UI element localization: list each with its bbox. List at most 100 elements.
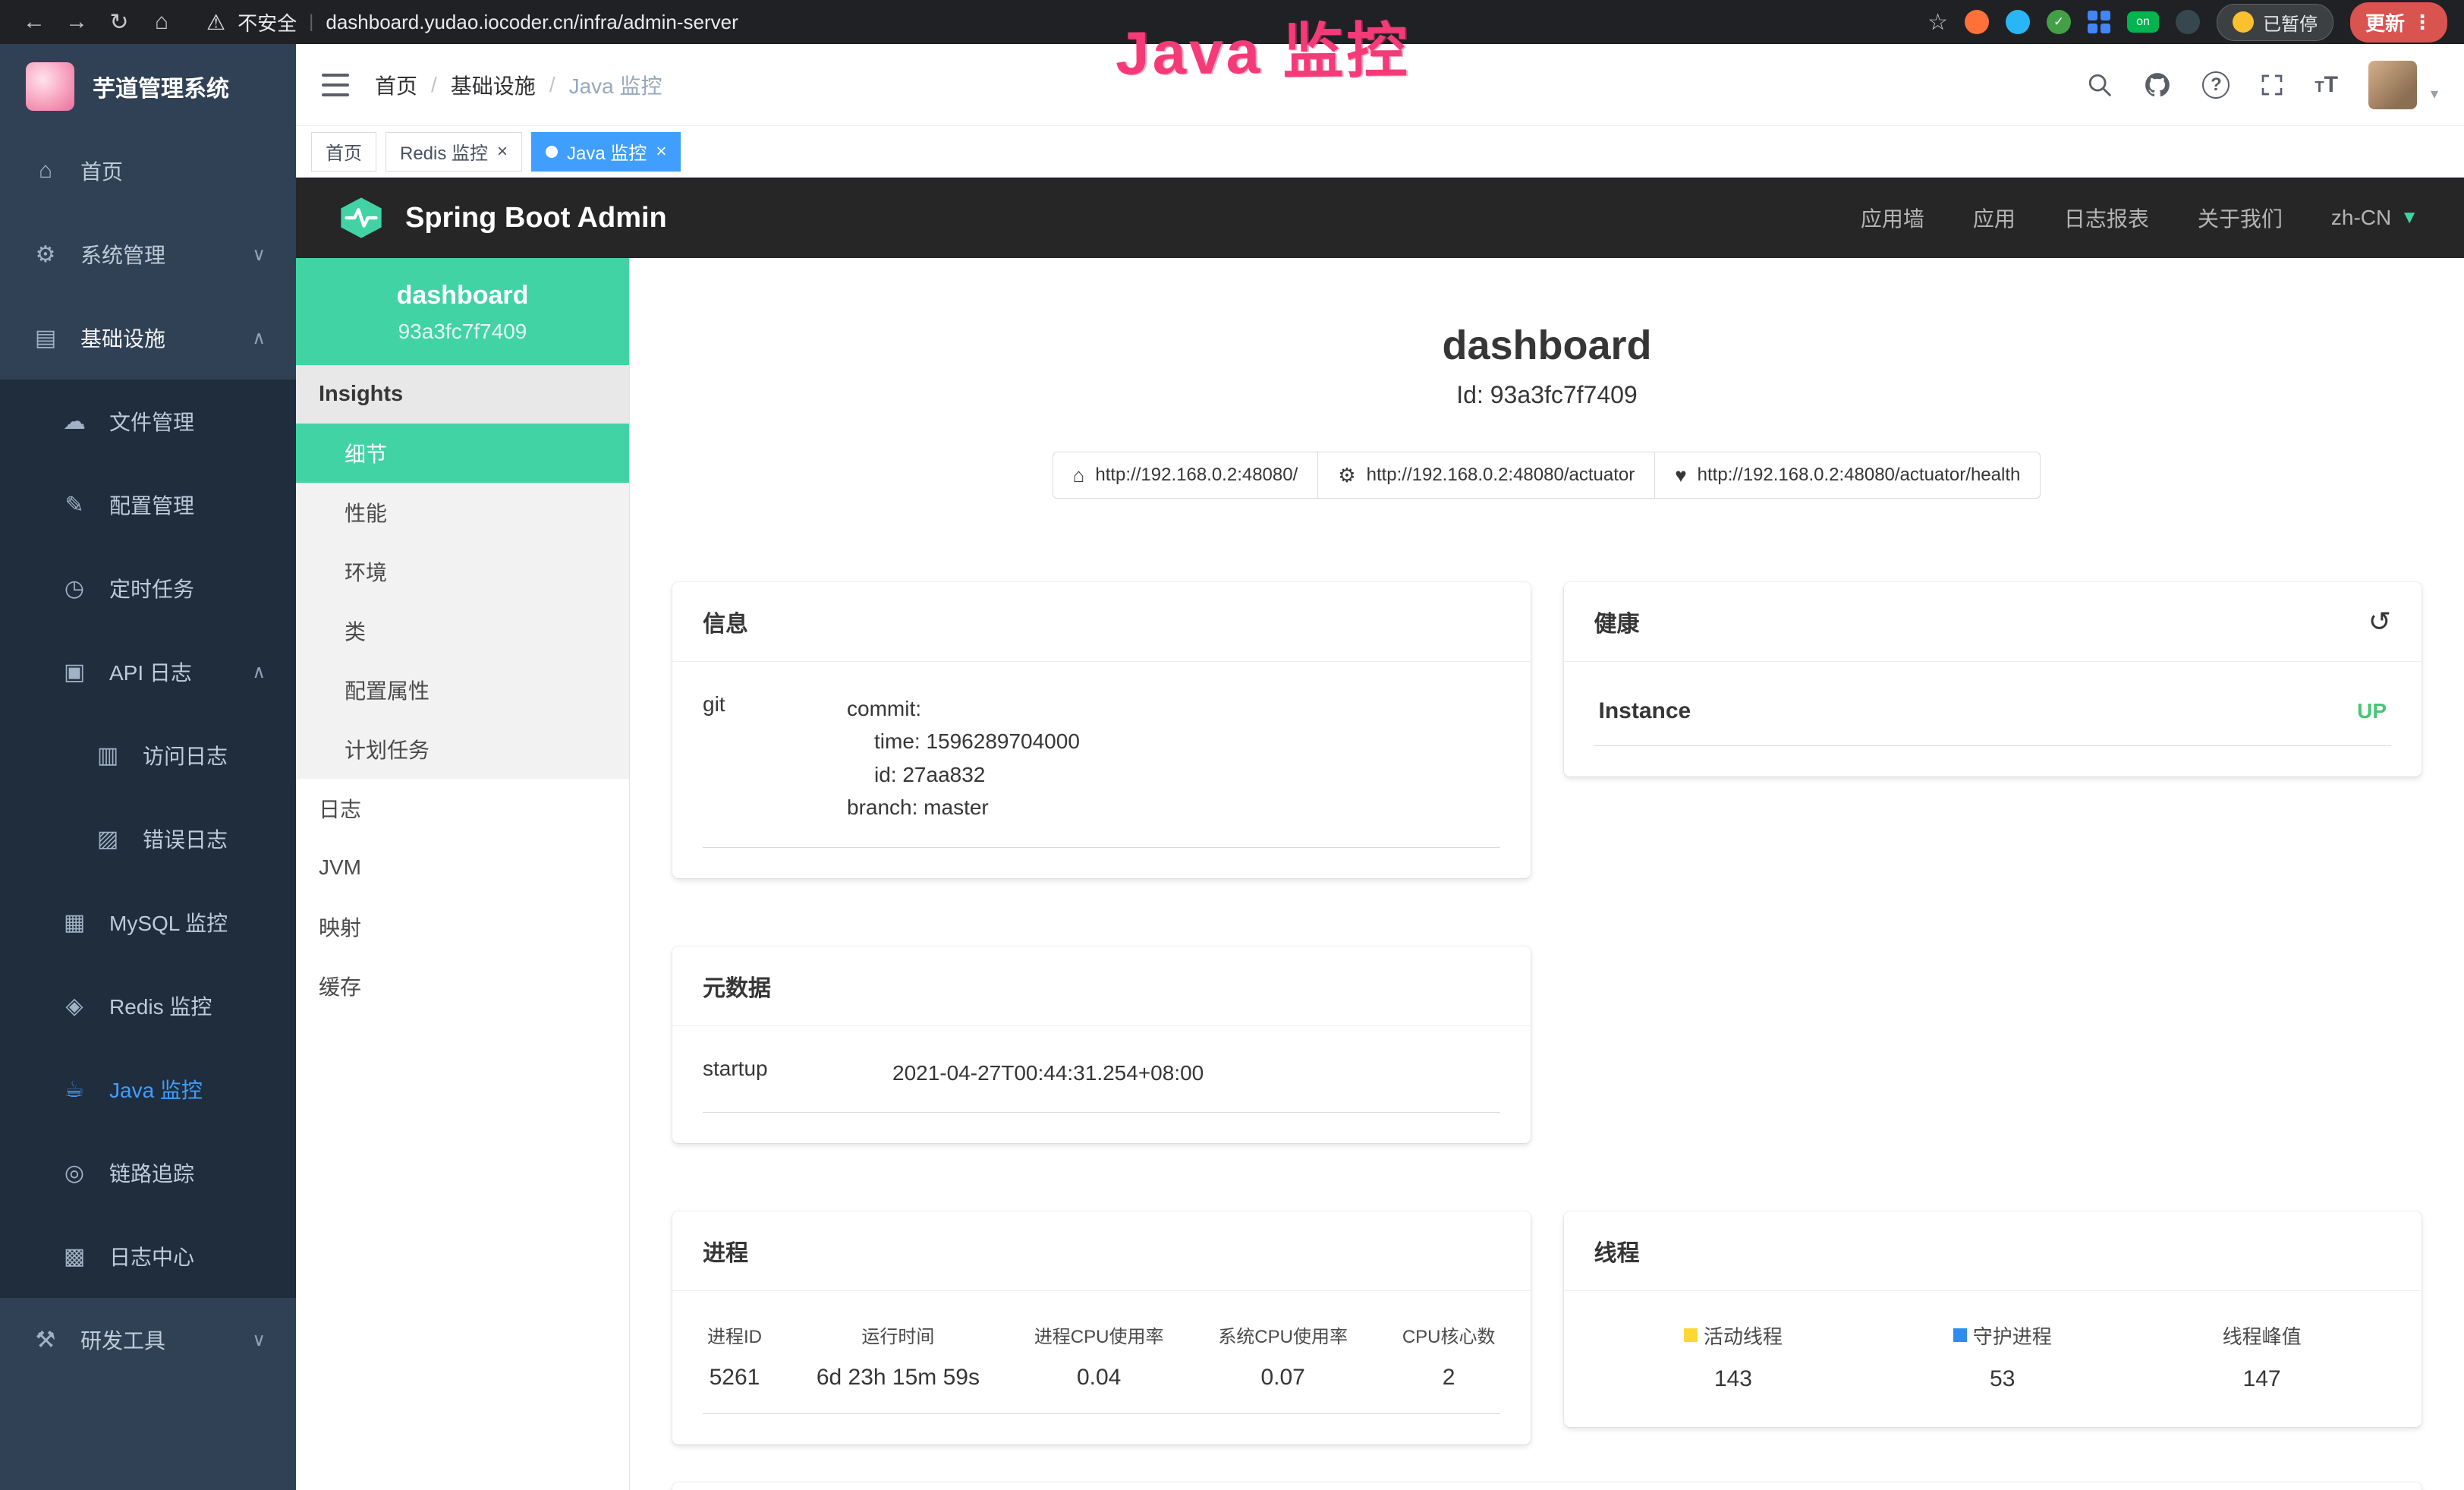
health-card: 健康 ↺ Instance UP (1564, 582, 2422, 777)
git-row: git commit: time: 1596289704000 id: 27aa… (703, 692, 1500, 848)
sba-item-caches[interactable]: 缓存 (296, 956, 629, 1016)
tab-home[interactable]: 首页 (311, 132, 376, 172)
home-icon[interactable]: ⌂ (144, 5, 179, 39)
search-icon[interactable] (2087, 72, 2113, 98)
sidebar-item-trace[interactable]: ◎ 链路追踪 (0, 1131, 296, 1214)
threads-card-title: 线程 (1564, 1211, 2422, 1291)
page-title: dashboard (672, 322, 2422, 369)
breadcrumb-infra[interactable]: 基础设施 (451, 70, 536, 100)
history-icon[interactable]: ↺ (2368, 606, 2391, 638)
sba-side-bottom: 日志 JVM 映射 缓存 (296, 779, 629, 1016)
extension-icon[interactable] (2006, 10, 2030, 34)
sidebar-item-mysql[interactable]: ▦ MySQL 监控 (0, 880, 296, 964)
process-card: 进程 进程ID5261 运行时间6d 23h 15m 59s 进程CPU使用率0… (672, 1211, 1531, 1444)
sidebar-item-error-log[interactable]: ▨ 错误日志 (0, 797, 296, 880)
extension-icon[interactable] (2088, 11, 2110, 33)
sidebar-item-api-log[interactable]: ▣ API 日志 ∧ (0, 630, 296, 713)
status-badge: UP (2357, 699, 2387, 723)
sidebar-item-devtools[interactable]: ⚒ 研发工具 ∨ (0, 1298, 296, 1381)
metadata-card: 元数据 startup 2021-04-27T00:44:31.254+08:0… (672, 947, 1531, 1143)
sidebar-item-redis[interactable]: ◈ Redis 监控 (0, 964, 296, 1047)
extension-icon[interactable]: ✓ (2047, 10, 2071, 34)
sba-sidebar: dashboard 93a3fc7f7409 Insights 细节 性能 环境… (296, 258, 630, 1490)
sidebar-item-config[interactable]: ✎ 配置管理 (0, 463, 296, 547)
chevron-up-icon: ∧ (252, 661, 266, 683)
daemon-threads-swatch (1953, 1328, 1967, 1342)
hamburger-icon[interactable] (322, 74, 349, 96)
sba-item-details[interactable]: 细节 (296, 424, 629, 483)
page-subtitle: Id: 93a3fc7f7409 (672, 381, 2422, 409)
app-header: 首页 / 基础设施 / Java 监控 ? TT ▾ (296, 44, 2464, 126)
metadata-card-title: 元数据 (672, 947, 1531, 1026)
sidebar-item-log-center[interactable]: ▩ 日志中心 (0, 1214, 296, 1298)
sba-item-jvm[interactable]: JVM (296, 838, 629, 897)
file-icon: ☁ (59, 408, 90, 435)
sidebar-item-jobs[interactable]: ◷ 定时任务 (0, 547, 296, 630)
sba-header: Spring Boot Admin 应用墙 应用 日志报表 关于我们 zh-CN… (296, 178, 2464, 258)
instance-header[interactable]: dashboard 93a3fc7f7409 (296, 258, 629, 365)
sba-item-environment[interactable]: 环境 (296, 542, 629, 601)
sba-item-classes[interactable]: 类 (296, 601, 629, 660)
sba-item-metrics[interactable]: 性能 (296, 483, 629, 542)
home-icon: ⌂ (30, 158, 61, 184)
chrome-update-button[interactable]: 更新 ⋮ (2350, 2, 2447, 43)
instance-health-row: Instance UP (1594, 692, 2392, 746)
forward-icon[interactable]: → (59, 5, 94, 39)
extension-icon[interactable] (1965, 10, 1989, 34)
sba-nav-journal[interactable]: 日志报表 (2064, 203, 2149, 233)
sba-item-configprops[interactable]: 配置属性 (296, 660, 629, 720)
instance-url-button[interactable]: ⌂ http://192.168.0.2:48080/ (1053, 452, 1319, 499)
extension-icon[interactable] (2176, 10, 2200, 34)
access-log-icon: ▥ (93, 742, 123, 769)
breadcrumb-home[interactable]: 首页 (375, 70, 417, 100)
mysql-icon: ▦ (59, 909, 90, 936)
close-icon[interactable]: × (497, 143, 508, 161)
sidebar-item-system[interactable]: ⚙ 系统管理 ∨ (0, 213, 296, 296)
active-tab-dot (546, 146, 558, 158)
threads-chart-card: 140 120 100 (672, 1482, 2422, 1490)
chevron-down-icon[interactable]: ▾ (2431, 84, 2438, 109)
wrench-icon: ⚙ (1338, 464, 1355, 487)
sidebar-item-infra[interactable]: ▤ 基础设施 ∧ (0, 296, 296, 380)
threads-chart: 140 120 100 (672, 1482, 2422, 1490)
fullscreen-icon[interactable] (2260, 73, 2284, 97)
extension-icon[interactable]: on (2127, 11, 2159, 33)
github-icon[interactable] (2143, 71, 2172, 99)
back-icon[interactable]: ← (17, 5, 52, 39)
sba-item-scheduled-tasks[interactable]: 计划任务 (296, 720, 629, 779)
security-label[interactable]: 不安全 (238, 8, 297, 36)
header-actions: ? TT ▾ (2087, 61, 2438, 109)
kebab-menu-icon: ⋮ (2412, 11, 2432, 34)
url-text[interactable]: dashboard.yudao.iocoder.cn/infra/admin-s… (326, 11, 738, 34)
locale-selector[interactable]: zh-CN ▼ (2331, 206, 2418, 230)
sidebar-item-java-monitor[interactable]: ☕ Java 监控 (0, 1047, 296, 1131)
health-url-button[interactable]: ♥ http://192.168.0.2:48080/actuator/heal… (1654, 452, 2041, 499)
sidebar-item-home[interactable]: ⌂ 首页 (0, 129, 296, 213)
bookmark-icon[interactable]: ☆ (1927, 9, 1948, 36)
sba-nav-about[interactable]: 关于我们 (2198, 203, 2283, 233)
refresh-icon[interactable]: ↻ (102, 5, 137, 39)
tab-redis-monitor[interactable]: Redis 监控 × (385, 132, 522, 172)
user-avatar[interactable] (2368, 61, 2417, 109)
font-size-icon[interactable]: TT (2315, 72, 2338, 98)
sba-item-logs[interactable]: 日志 (296, 779, 629, 838)
startup-row: startup 2021-04-27T00:44:31.254+08:00 (703, 1057, 1500, 1113)
config-icon: ✎ (59, 492, 90, 518)
sidebar-item-access-log[interactable]: ▥ 访问日志 (0, 713, 296, 797)
sba-item-mappings[interactable]: 映射 (296, 897, 629, 956)
breadcrumb-separator: / (431, 73, 437, 97)
sba-nav-applications[interactable]: 应用 (1973, 203, 2016, 233)
sba-nav-wallboard[interactable]: 应用墙 (1861, 203, 1924, 233)
profile-paused-badge[interactable]: 已暂停 (2217, 4, 2333, 41)
health-card-title: 健康 (1594, 605, 1640, 638)
help-icon[interactable]: ? (2202, 71, 2230, 99)
app-logo-row[interactable]: 芋道管理系统 (0, 44, 296, 129)
threads-legend: 活动线程 143 守护进程 53 线程峰值 147 (1594, 1321, 2392, 1397)
redis-icon: ◈ (59, 993, 90, 1019)
address-bar[interactable]: ⚠ 不安全 | dashboard.yudao.iocoder.cn/infra… (206, 8, 1920, 36)
tab-java-monitor[interactable]: Java 监控 × (531, 132, 681, 172)
error-log-icon: ▨ (93, 826, 123, 852)
sidebar-item-files[interactable]: ☁ 文件管理 (0, 380, 296, 463)
close-icon[interactable]: × (656, 143, 666, 161)
actuator-url-button[interactable]: ⚙ http://192.168.0.2:48080/actuator (1317, 452, 1655, 499)
